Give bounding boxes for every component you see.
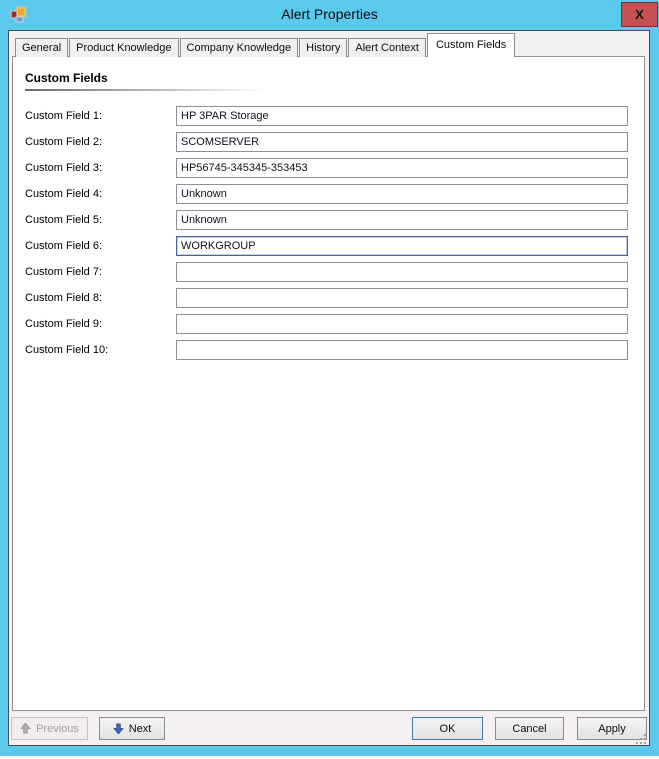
section-heading: Custom Fields <box>25 71 644 85</box>
custom-fields-form: Custom Field 1: Custom Field 2: Custom F… <box>13 103 644 363</box>
next-button-label: Next <box>129 723 152 735</box>
custom-field-3-input[interactable] <box>176 158 628 178</box>
field-row: Custom Field 6: <box>13 233 644 259</box>
previous-button[interactable]: Previous <box>11 717 88 740</box>
dialog-client-area: General Product Knowledge Company Knowle… <box>8 30 650 746</box>
field-row: Custom Field 7: <box>13 259 644 285</box>
tab-history[interactable]: History <box>299 38 347 57</box>
previous-button-label: Previous <box>36 723 79 735</box>
ok-button[interactable]: OK <box>412 717 483 740</box>
custom-field-1-input[interactable] <box>176 106 628 126</box>
alert-properties-window: Alert Properties X General Product Knowl… <box>0 0 659 756</box>
field-row: Custom Field 9: <box>13 311 644 337</box>
ok-button-label: OK <box>440 723 456 735</box>
close-icon: X <box>635 7 644 22</box>
apply-button-label: Apply <box>598 723 626 735</box>
custom-field-1-label: Custom Field 1: <box>25 110 176 122</box>
custom-field-6-label: Custom Field 6: <box>25 240 176 252</box>
next-button[interactable]: Next <box>99 717 165 740</box>
field-row: Custom Field 5: <box>13 207 644 233</box>
arrow-down-icon <box>113 723 124 734</box>
window-title: Alert Properties <box>60 6 599 22</box>
custom-field-9-label: Custom Field 9: <box>25 318 176 330</box>
custom-field-2-label: Custom Field 2: <box>25 136 176 148</box>
custom-field-8-label: Custom Field 8: <box>25 292 176 304</box>
custom-field-4-label: Custom Field 4: <box>25 188 176 200</box>
field-row: Custom Field 2: <box>13 129 644 155</box>
custom-field-4-input[interactable] <box>176 184 628 204</box>
footer-bar: Previous Next OK Cancel Apply <box>9 712 649 745</box>
field-row: Custom Field 10: <box>13 337 644 363</box>
tab-product-knowledge[interactable]: Product Knowledge <box>69 38 178 57</box>
tab-custom-fields[interactable]: Custom Fields <box>427 33 515 57</box>
field-row: Custom Field 3: <box>13 155 644 181</box>
custom-field-10-label: Custom Field 10: <box>25 344 176 356</box>
titlebar: Alert Properties X <box>0 0 659 30</box>
section-divider <box>25 89 267 91</box>
field-row: Custom Field 8: <box>13 285 644 311</box>
field-row: Custom Field 4: <box>13 181 644 207</box>
field-row: Custom Field 1: <box>13 103 644 129</box>
custom-field-7-input[interactable] <box>176 262 628 282</box>
tab-alert-context[interactable]: Alert Context <box>348 38 426 57</box>
tab-strip: General Product Knowledge Company Knowle… <box>15 33 516 57</box>
tab-company-knowledge[interactable]: Company Knowledge <box>180 38 299 57</box>
custom-field-2-input[interactable] <box>176 132 628 152</box>
arrow-up-icon <box>20 723 31 734</box>
custom-field-9-input[interactable] <box>176 314 628 334</box>
app-icon <box>10 6 27 23</box>
custom-field-5-input[interactable] <box>176 210 628 230</box>
custom-field-10-input[interactable] <box>176 340 628 360</box>
cancel-button[interactable]: Cancel <box>495 717 564 740</box>
custom-field-8-input[interactable] <box>176 288 628 308</box>
tab-general[interactable]: General <box>15 38 68 57</box>
custom-field-7-label: Custom Field 7: <box>25 266 176 278</box>
custom-field-5-label: Custom Field 5: <box>25 214 176 226</box>
custom-field-6-input[interactable] <box>176 236 628 256</box>
resize-grip-icon[interactable] <box>636 732 647 743</box>
tab-page-custom-fields: Custom Fields Custom Field 1: Custom Fie… <box>12 56 645 711</box>
custom-field-3-label: Custom Field 3: <box>25 162 176 174</box>
close-button[interactable]: X <box>621 2 658 27</box>
cancel-button-label: Cancel <box>512 723 546 735</box>
